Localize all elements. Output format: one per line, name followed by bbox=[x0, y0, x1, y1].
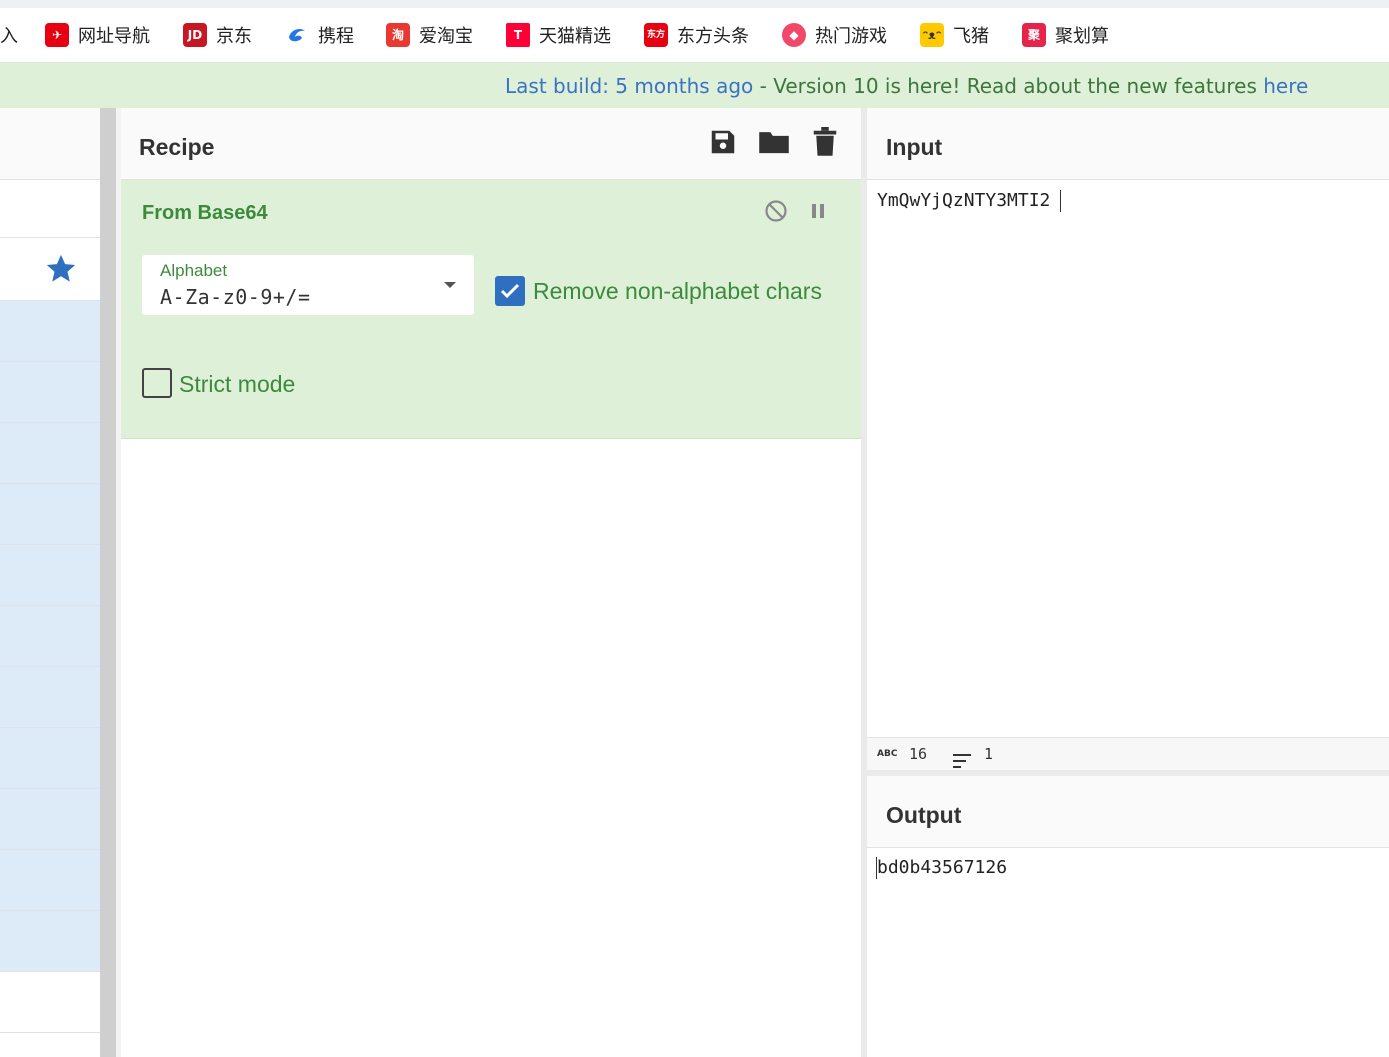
bookmark-label: 京东 bbox=[216, 26, 252, 47]
chevron-down-icon bbox=[444, 282, 456, 288]
bookmark-jd[interactable]: JD 京东 bbox=[183, 8, 252, 62]
notice-banner: Last build: 5 months ago - Version 10 is… bbox=[0, 63, 1389, 109]
list-item[interactable] bbox=[0, 545, 100, 606]
bookmark-label: 携程 bbox=[318, 26, 354, 47]
bookmark-tmall[interactable]: T 天猫精选 bbox=[506, 8, 611, 62]
output-header: Output bbox=[867, 776, 1389, 848]
pause-icon bbox=[809, 202, 827, 224]
input-panel: Input YmQwYjQzNTY3MTI2 bbox=[867, 108, 1389, 737]
list-item[interactable] bbox=[0, 301, 100, 362]
bookmark-label: 东方头条 bbox=[677, 26, 749, 47]
jd-icon: JD bbox=[183, 23, 207, 47]
bookmarks-bar: 入 ✈ 网址导航 JD 京东 携程 淘 爱淘宝 T 天猫精选 东方 东方头条 ◆… bbox=[0, 8, 1389, 63]
star-icon bbox=[44, 252, 78, 290]
trash-icon bbox=[812, 127, 838, 161]
bookmark-label: 飞猪 bbox=[953, 26, 989, 47]
list-item[interactable] bbox=[0, 850, 100, 911]
list-item[interactable] bbox=[0, 606, 100, 667]
pause-operation-button[interactable] bbox=[805, 200, 831, 226]
panel-resize-handle[interactable] bbox=[100, 108, 116, 1057]
list-item[interactable] bbox=[0, 362, 100, 423]
banner-message: Version 10 is here! Read about the new f… bbox=[773, 74, 1264, 98]
recipe-title: Recipe bbox=[139, 134, 215, 160]
banner-here-link[interactable]: here bbox=[1263, 74, 1308, 98]
input-textarea[interactable]: YmQwYjQzNTY3MTI2 bbox=[877, 190, 1050, 211]
favourites-row[interactable] bbox=[0, 238, 100, 301]
recipe-panel: Recipe From Base64 Alphabet A-Za-z0-9+/=… bbox=[121, 108, 861, 1057]
ctrip-icon bbox=[285, 23, 309, 47]
nav-icon: ✈ bbox=[45, 23, 69, 47]
bookmark-label: 聚划算 bbox=[1055, 26, 1109, 47]
bookmark-fliggy[interactable]: ᵔᴥᵔ 飞猪 bbox=[920, 8, 989, 62]
input-title: Input bbox=[886, 134, 943, 160]
output-title: Output bbox=[886, 802, 962, 828]
operation-from-base64: From Base64 Alphabet A-Za-z0-9+/= Remove… bbox=[121, 180, 861, 439]
operations-header bbox=[0, 108, 100, 180]
text-cursor bbox=[1060, 190, 1061, 212]
window-top-strip bbox=[0, 0, 1389, 8]
banner-separator: - bbox=[753, 74, 774, 98]
folder-icon bbox=[758, 127, 790, 161]
recipe-header: Recipe bbox=[121, 108, 861, 180]
bookmark-dftt[interactable]: 东方 东方头条 bbox=[644, 8, 749, 62]
bookmark-taobao[interactable]: 淘 爱淘宝 bbox=[386, 8, 473, 62]
disable-operation-button[interactable] bbox=[763, 200, 789, 226]
checkmark-icon bbox=[495, 283, 525, 310]
list-item[interactable] bbox=[0, 484, 100, 545]
operations-panel bbox=[0, 108, 100, 1057]
last-build-link[interactable]: Last build: 5 months ago bbox=[505, 74, 753, 98]
save-icon bbox=[708, 127, 738, 161]
output-panel: Output bd0b43567126 bbox=[867, 776, 1389, 1057]
list-item[interactable] bbox=[0, 667, 100, 728]
list-item[interactable] bbox=[0, 789, 100, 850]
alphabet-label: Alphabet bbox=[160, 261, 228, 280]
tmall-icon: T bbox=[506, 23, 530, 47]
bookmark-label: 天猫精选 bbox=[539, 26, 611, 47]
games-icon: ◆ bbox=[782, 23, 806, 47]
alphabet-select[interactable]: Alphabet A-Za-z0-9+/= bbox=[142, 255, 474, 315]
bookmark-label: 热门游戏 bbox=[815, 26, 887, 47]
banner-text: Last build: 5 months ago - Version 10 is… bbox=[505, 63, 1308, 108]
input-header: Input bbox=[867, 108, 1389, 180]
list-item[interactable] bbox=[0, 728, 100, 789]
bookmark-label: 入 bbox=[0, 26, 18, 47]
list-item[interactable] bbox=[0, 423, 100, 484]
operations-search-row[interactable] bbox=[0, 180, 100, 238]
bookmark-games[interactable]: ◆ 热门游戏 bbox=[782, 8, 887, 62]
bookmark-partial[interactable]: 入 bbox=[0, 8, 18, 62]
bookmark-label: 网址导航 bbox=[78, 26, 150, 47]
operation-title: From Base64 bbox=[142, 202, 268, 224]
remove-non-alphabet-checkbox[interactable] bbox=[495, 276, 525, 306]
fliggy-icon: ᵔᴥᵔ bbox=[920, 23, 944, 47]
bookmark-label: 爱淘宝 bbox=[419, 26, 473, 47]
bookmark-juhuasuan[interactable]: 聚 聚划算 bbox=[1022, 8, 1109, 62]
list-item[interactable] bbox=[0, 911, 100, 972]
input-length: 16 bbox=[909, 745, 928, 763]
juhuasuan-icon: 聚 bbox=[1022, 23, 1046, 47]
remove-non-alphabet-label[interactable]: Remove non-alphabet chars bbox=[533, 278, 822, 305]
input-lines: 1 bbox=[984, 745, 994, 763]
save-recipe-button[interactable] bbox=[707, 128, 739, 160]
strict-mode-label[interactable]: Strict mode bbox=[179, 371, 295, 398]
dftt-icon: 东方 bbox=[644, 23, 668, 47]
taobao-icon: 淘 bbox=[386, 23, 410, 47]
bookmark-ctrip[interactable]: 携程 bbox=[285, 8, 354, 62]
list-item[interactable] bbox=[0, 972, 100, 1033]
length-icon: ABC bbox=[877, 749, 898, 759]
alphabet-value: A-Za-z0-9+/= bbox=[160, 285, 311, 309]
bookmark-nav[interactable]: ✈ 网址导航 bbox=[45, 8, 150, 62]
load-recipe-button[interactable] bbox=[758, 128, 790, 160]
disable-icon bbox=[764, 199, 788, 227]
clear-recipe-button[interactable] bbox=[809, 127, 841, 161]
output-textarea[interactable]: bd0b43567126 bbox=[877, 857, 1007, 878]
strict-mode-checkbox[interactable] bbox=[142, 368, 172, 398]
input-status-bar: ABC 16 1 bbox=[867, 737, 1389, 771]
